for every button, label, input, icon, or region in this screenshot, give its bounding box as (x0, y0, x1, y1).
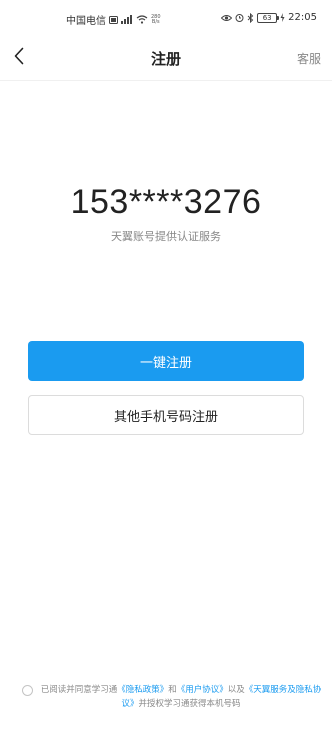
network-speed: 280 B/s (151, 14, 161, 25)
wifi-icon (136, 15, 148, 24)
battery-icon: 63 (257, 12, 280, 23)
user-agreement-link[interactable]: 《用户协议》 (177, 685, 228, 695)
bluetooth-icon (247, 12, 254, 23)
other-phone-register-button[interactable]: 其他手机号码注册 (28, 395, 304, 435)
agreement-also: 以及 (227, 685, 245, 695)
eye-icon (221, 14, 233, 22)
customer-service-button[interactable]: 客服 (297, 50, 321, 67)
carrier-label: 中国电信 (66, 16, 106, 27)
masked-phone-number: 153****3276 (70, 183, 262, 221)
status-bar-right: 63 22:05 (221, 12, 317, 23)
header-divider (0, 80, 332, 81)
privacy-policy-link[interactable]: 《隐私政策》 (117, 685, 168, 695)
battery-level: 63 (262, 13, 272, 22)
one-click-register-button[interactable]: 一键注册 (28, 341, 304, 381)
clock: 22:05 (288, 12, 317, 23)
status-bar-left: 中国电信 280 B/s (66, 12, 161, 27)
status-bar: 中国电信 280 B/s 63 22:05 (0, 0, 332, 34)
agreement-suffix: 并授权学习通获得本机号码 (138, 699, 241, 709)
nav-header: 注册 客服 (0, 38, 332, 78)
alarm-icon (235, 13, 244, 22)
network-speed-unit: B/s (151, 18, 160, 25)
agreement-checkbox[interactable] (22, 685, 33, 696)
agreement-and: 和 (168, 685, 177, 695)
agreement-text: 已阅读并同意学习通《隐私政策》和《用户协议》以及《天翼服务及隐私协议》并授权学习… (40, 683, 322, 711)
signal-icon (121, 15, 133, 24)
auth-provider-note: 天翼账号提供认证服务 (111, 230, 221, 243)
sim-icon (109, 15, 118, 24)
charging-icon (280, 13, 285, 22)
agreement-prefix: 已阅读并同意学习通 (40, 685, 118, 695)
page-title: 注册 (150, 50, 181, 68)
